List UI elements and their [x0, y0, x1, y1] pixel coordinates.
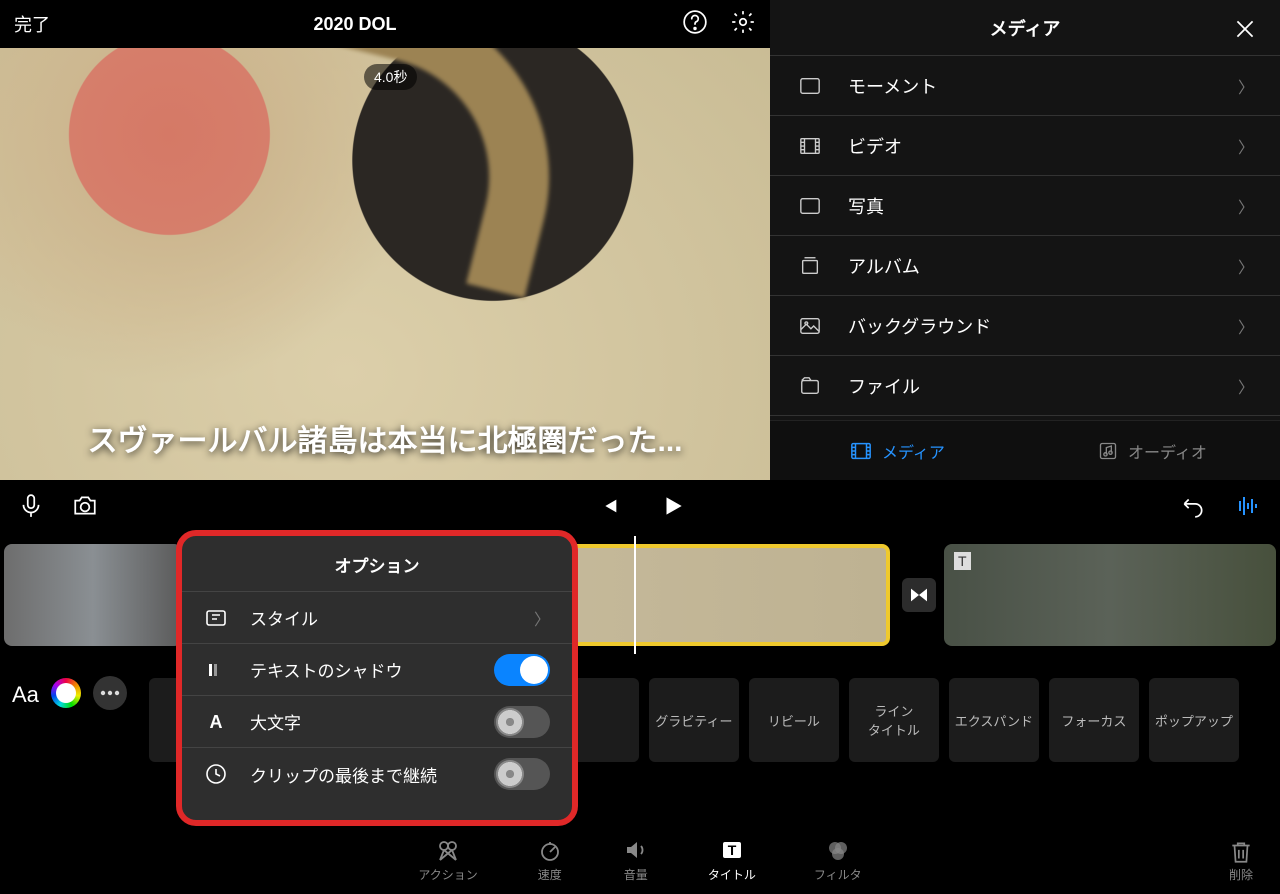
toggle-shadow[interactable] — [494, 654, 550, 686]
undo-icon[interactable] — [1180, 493, 1206, 524]
popover-title: オプション — [182, 552, 572, 592]
media-panel: メディア モーメント〉ビデオ〉写真〉アルバム〉バックグラウンド〉ファイル〉 メデ… — [770, 0, 1280, 480]
svg-text:T: T — [728, 842, 737, 858]
option-uppercase: A 大文字 — [182, 696, 572, 748]
chevron-right-icon: 〉 — [1238, 194, 1254, 218]
album-icon — [796, 255, 824, 277]
media-panel-title: メディア — [990, 15, 1061, 41]
media-row-moments[interactable]: モーメント 〉 — [770, 56, 1280, 116]
timeline-clip[interactable] — [944, 544, 1276, 646]
title-style-card[interactable]: リビール — [749, 678, 839, 762]
mic-icon[interactable] — [18, 493, 44, 524]
media-row-label: ファイル — [848, 373, 920, 399]
timeline-clip[interactable] — [4, 544, 182, 646]
delete-button[interactable]: 削除 — [1228, 838, 1254, 883]
tab-audio[interactable]: オーディオ — [1025, 421, 1280, 480]
media-row-file[interactable]: ファイル 〉 — [770, 356, 1280, 416]
chevron-right-icon: 〉 — [534, 606, 550, 630]
tool-action[interactable]: アクション — [418, 838, 477, 883]
transition-icon[interactable] — [902, 578, 936, 612]
media-row-label: アルバム — [848, 253, 920, 279]
done-button[interactable]: 完了 — [14, 11, 50, 37]
options-popover: オプション スタイル 〉 テキストのシャドウ A 大文字 クリップの最後まで継続 — [176, 530, 578, 826]
option-continue: クリップの最後まで継続 — [182, 748, 572, 800]
media-row-label: バックグラウンド — [848, 313, 991, 339]
tool-filter[interactable]: フィルタ — [814, 838, 862, 883]
chevron-right-icon: 〉 — [1238, 74, 1254, 98]
font-button[interactable]: Aa — [12, 682, 39, 708]
title-style-card[interactable]: グラビティー — [649, 678, 739, 762]
moments-icon — [796, 75, 824, 97]
settings-icon[interactable] — [730, 9, 756, 40]
waveform-icon[interactable] — [1234, 495, 1262, 522]
media-row-label: ビデオ — [848, 133, 902, 159]
tool-speed[interactable]: 速度 — [536, 838, 564, 883]
chevron-right-icon: 〉 — [1238, 374, 1254, 398]
color-picker-icon[interactable] — [51, 678, 81, 708]
file-icon — [796, 375, 824, 397]
tab-media[interactable]: メディア — [770, 421, 1025, 480]
playhead[interactable] — [634, 536, 636, 654]
option-shadow: テキストのシャドウ — [182, 644, 572, 696]
style-icon — [204, 606, 228, 630]
prev-icon[interactable] — [598, 495, 620, 522]
play-icon[interactable] — [660, 493, 686, 524]
close-icon[interactable] — [1232, 16, 1258, 47]
background-icon — [796, 315, 824, 337]
title-caption: スヴァールバル諸島は本当に北極圏だった... — [0, 416, 770, 460]
title-style-card[interactable]: エクスパンド — [949, 678, 1039, 762]
tool-volume[interactable]: 音量 — [622, 838, 650, 883]
chevron-right-icon: 〉 — [1238, 314, 1254, 338]
toggle-uppercase[interactable] — [494, 706, 550, 738]
clip-duration-badge: 4.0秒 — [364, 64, 417, 90]
toggle-continue[interactable] — [494, 758, 550, 790]
chevron-right-icon: 〉 — [1238, 254, 1254, 278]
svg-text:A: A — [210, 712, 223, 732]
media-row-video[interactable]: ビデオ 〉 — [770, 116, 1280, 176]
media-row-album[interactable]: アルバム 〉 — [770, 236, 1280, 296]
more-options-icon[interactable] — [93, 676, 127, 710]
media-row-background[interactable]: バックグラウンド 〉 — [770, 296, 1280, 356]
title-style-card[interactable]: フォーカス — [1049, 678, 1139, 762]
photo-icon — [796, 195, 824, 217]
media-row-label: 写真 — [848, 193, 884, 219]
chevron-right-icon: 〉 — [1238, 134, 1254, 158]
option-style[interactable]: スタイル 〉 — [182, 592, 572, 644]
camera-icon[interactable] — [72, 493, 98, 524]
shadow-icon — [204, 658, 228, 682]
help-icon[interactable] — [682, 9, 708, 40]
media-row-photo[interactable]: 写真 〉 — [770, 176, 1280, 236]
video-icon — [796, 135, 824, 157]
project-title: 2020 DOL — [50, 14, 660, 35]
title-style-card[interactable]: ポップアップ — [1149, 678, 1239, 762]
tool-title[interactable]: T タイトル — [708, 838, 756, 883]
title-style-card[interactable]: ライン タイトル — [849, 678, 939, 762]
clock-icon — [204, 762, 228, 786]
uppercase-icon: A — [204, 710, 228, 734]
media-row-label: モーメント — [848, 73, 937, 99]
preview-viewer[interactable]: 4.0秒 スヴァールバル諸島は本当に北極圏だった... — [0, 48, 770, 480]
